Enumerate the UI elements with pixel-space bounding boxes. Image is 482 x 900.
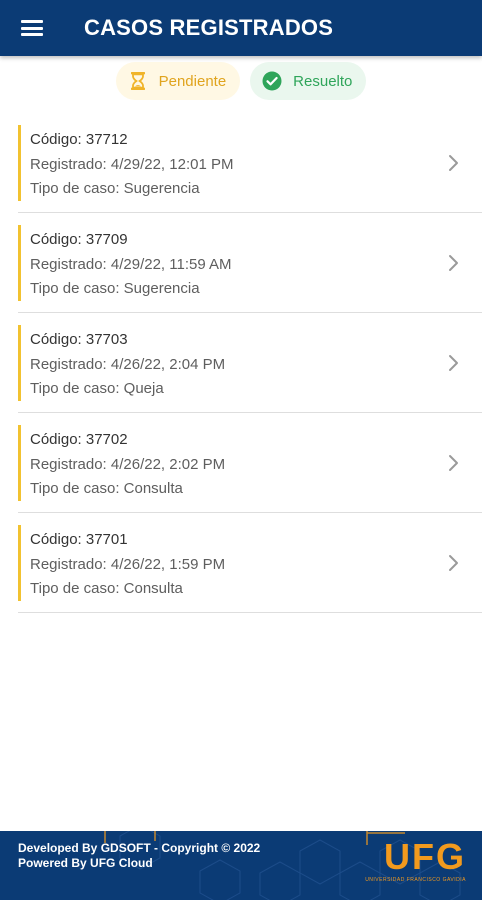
case-registered-date: Registrado: 4/26/22, 1:59 PM [30, 555, 226, 573]
case-list-item[interactable]: Código: 37709 Registrado: 4/29/22, 11:59… [18, 213, 482, 313]
filter-pending-label: Pendiente [158, 72, 227, 90]
case-type: Tipo de caso: Sugerencia [30, 280, 200, 297]
case-details: Código: 37702 Registrado: 4/26/22, 2:02 … [30, 428, 225, 502]
page-title: CASOS REGISTRADOS [84, 15, 334, 40]
case-registered-date: Registrado: 4/29/22, 11:59 AM [30, 255, 232, 273]
case-details: Código: 37712 Registrado: 4/29/22, 12:01… [30, 128, 233, 202]
chevron-right-icon [449, 455, 458, 471]
ufg-logo: UFG UNIVERSIDAD FRANCISCO GAVIDIA [365, 836, 466, 884]
footer-powered-text: Powered By UFG Cloud [18, 856, 153, 870]
case-type: Tipo de caso: Consulta [30, 580, 183, 597]
footer-developer-text: Developed By GDSOFT - Copyright © 2022 [18, 841, 261, 855]
case-details: Código: 37701 Registrado: 4/26/22, 1:59 … [30, 528, 225, 602]
chevron-right-icon [449, 355, 458, 371]
case-registered-date: Registrado: 4/26/22, 2:04 PM [30, 355, 226, 373]
case-code: Código: 37702 [30, 431, 128, 448]
case-details: Código: 37709 Registrado: 4/29/22, 11:59… [30, 228, 232, 302]
case-status-bar [18, 325, 21, 401]
status-filters: Pendiente Resuelto [0, 62, 482, 102]
filter-pending-chip[interactable]: Pendiente [115, 62, 241, 100]
menu-line [21, 26, 43, 30]
ufg-logo-text: UFG [384, 836, 466, 877]
case-list-item[interactable]: Código: 37702 Registrado: 4/26/22, 2:02 … [18, 413, 482, 513]
case-type: Tipo de caso: Consulta [30, 480, 183, 497]
chevron-right-icon [449, 255, 458, 271]
case-list: Código: 37712 Registrado: 4/29/22, 12:01… [0, 113, 482, 613]
case-list-item[interactable]: Código: 37712 Registrado: 4/29/22, 12:01… [18, 113, 482, 213]
footer: Developed By GDSOFT - Copyright © 2022 P… [0, 831, 482, 900]
filter-resolved-chip[interactable]: Resuelto [250, 62, 367, 100]
case-status-bar [18, 425, 21, 501]
case-type: Tipo de caso: Sugerencia [30, 180, 200, 197]
hourglass-icon [128, 71, 148, 91]
menu-line [21, 20, 43, 23]
chevron-right-icon [449, 555, 458, 571]
case-code: Código: 37712 [30, 131, 128, 148]
case-code: Código: 37709 [30, 231, 128, 248]
case-list-item[interactable]: Código: 37703 Registrado: 4/26/22, 2:04 … [18, 313, 482, 413]
case-list-item[interactable]: Código: 37701 Registrado: 4/26/22, 1:59 … [18, 513, 482, 613]
menu-line [21, 33, 43, 36]
case-code: Código: 37703 [30, 331, 128, 348]
app-bar: CASOS REGISTRADOS [0, 0, 482, 56]
case-status-bar [18, 225, 21, 301]
case-status-bar [18, 525, 21, 601]
filter-resolved-label: Resuelto [293, 72, 353, 90]
chevron-right-icon [449, 155, 458, 171]
footer-credits: Developed By GDSOFT - Copyright © 2022 P… [18, 841, 260, 871]
check-circle-icon [262, 71, 282, 91]
case-details: Código: 37703 Registrado: 4/26/22, 2:04 … [30, 328, 225, 402]
case-registered-date: Registrado: 4/29/22, 12:01 PM [30, 155, 234, 173]
case-code: Código: 37701 [30, 531, 128, 548]
case-registered-date: Registrado: 4/26/22, 2:02 PM [30, 455, 226, 473]
ufg-logo-subtitle: UNIVERSIDAD FRANCISCO GAVIDIA [365, 877, 466, 883]
case-status-bar [18, 125, 21, 201]
case-type: Tipo de caso: Queja [30, 380, 164, 397]
hamburger-menu-icon[interactable] [21, 18, 47, 38]
